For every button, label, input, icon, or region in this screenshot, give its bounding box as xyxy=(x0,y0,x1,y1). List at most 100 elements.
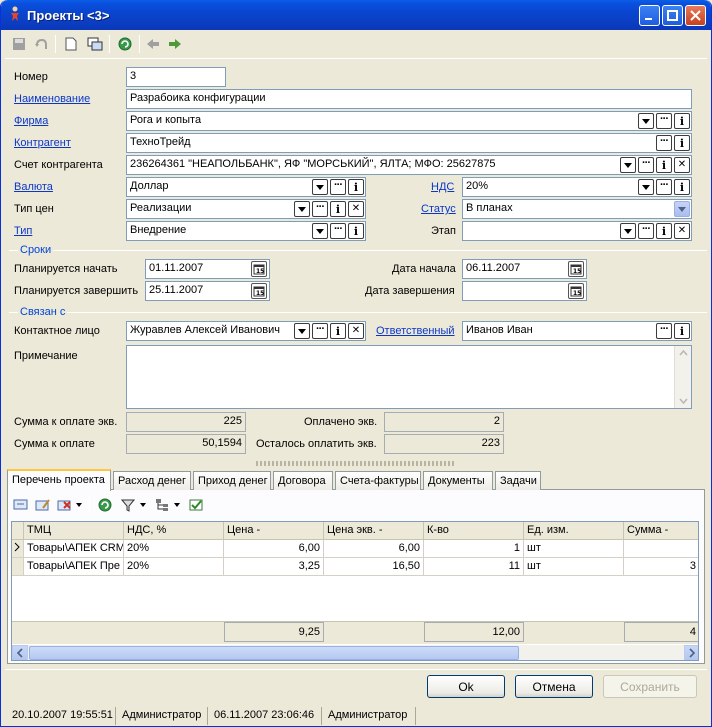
row-indicator[interactable] xyxy=(12,558,24,576)
grid-select-button[interactable] xyxy=(187,495,207,515)
scroll-left-button[interactable] xyxy=(12,645,28,660)
project-items-table[interactable]: ТМЦ НДС, % Цена - Цена экв. - К-во Ед. и… xyxy=(11,521,699,661)
refresh-tool-button[interactable] xyxy=(115,34,135,54)
responsible-info-button[interactable] xyxy=(674,323,690,339)
firm-info-button[interactable] xyxy=(674,113,690,129)
ok-button[interactable]: Ok xyxy=(427,675,505,698)
cancel-button[interactable]: Отмена xyxy=(515,675,593,698)
price-type-info-button[interactable] xyxy=(330,201,346,217)
currency-info-button[interactable] xyxy=(348,179,364,195)
title-bar[interactable]: Проекты <3> xyxy=(1,0,711,30)
vat-select-button[interactable] xyxy=(656,179,672,195)
grid-add-button[interactable] xyxy=(11,495,31,515)
tab-money-expense[interactable]: Расход денег xyxy=(113,471,191,490)
grid-hierarchy-button[interactable] xyxy=(153,495,173,515)
type-select-button[interactable] xyxy=(330,223,346,239)
firm-dropdown-button[interactable] xyxy=(638,113,654,129)
contact-clear-button[interactable] xyxy=(348,323,364,339)
maximize-button[interactable] xyxy=(662,5,683,26)
stage-dropdown-button[interactable] xyxy=(620,223,636,239)
contact-info-button[interactable] xyxy=(330,323,346,339)
column-header-price-eq[interactable]: Цена экв. - xyxy=(324,522,424,540)
scroll-thumb[interactable] xyxy=(29,646,519,660)
currency-select-button[interactable] xyxy=(330,179,346,195)
end-calendar-button[interactable]: 15 xyxy=(568,283,584,299)
account-select-button[interactable] xyxy=(638,157,654,173)
save-button[interactable]: Сохранить xyxy=(603,675,697,698)
currency-dropdown-button[interactable] xyxy=(312,179,328,195)
table-cell[interactable]: 20% xyxy=(124,558,224,576)
table-cell[interactable]: 3 xyxy=(624,558,698,576)
table-cell[interactable]: 3,25 xyxy=(224,558,324,576)
tab-contracts[interactable]: Договора xyxy=(273,471,333,490)
table-cell[interactable]: шт xyxy=(524,558,624,576)
account-field[interactable]: 236264361 "НЕАПОЛЬБАНК", ЯФ "МОРСЬКИЙ", … xyxy=(126,155,692,175)
close-button[interactable] xyxy=(685,5,706,26)
table-cell[interactable]: 6,00 xyxy=(324,540,424,558)
table-cell[interactable]: 6,00 xyxy=(224,540,324,558)
tab-documents[interactable]: Документы xyxy=(423,471,493,490)
contractor-select-button[interactable] xyxy=(656,135,672,151)
account-info-button[interactable] xyxy=(656,157,672,173)
table-cell[interactable]: 20% xyxy=(124,540,224,558)
table-cell[interactable]: 16,50 xyxy=(324,558,424,576)
save-tool-button[interactable] xyxy=(9,34,29,54)
tab-invoices[interactable]: Счета-фактуры xyxy=(335,471,421,490)
number-field[interactable]: 3 xyxy=(126,67,226,87)
new-tool-button[interactable] xyxy=(61,34,81,54)
note-scrollbar[interactable] xyxy=(674,346,691,408)
table-cell[interactable]: Товары\АПЕК CRM xyxy=(24,540,124,558)
note-textarea[interactable] xyxy=(126,345,692,409)
contractor-label-link[interactable]: Контрагент xyxy=(14,137,71,149)
table-cell[interactable]: Товары\АПЕК Пре xyxy=(24,558,124,576)
undo-tool-button[interactable] xyxy=(31,34,51,54)
tab-project-list[interactable]: Перечень проекта xyxy=(7,469,111,491)
column-header-qty[interactable]: К-во xyxy=(424,522,524,540)
type-dropdown-button[interactable] xyxy=(312,223,328,239)
vat-info-button[interactable] xyxy=(674,179,690,195)
column-header-price[interactable]: Цена - xyxy=(224,522,324,540)
status-dropdown-button[interactable] xyxy=(674,201,690,217)
type-info-button[interactable] xyxy=(348,223,364,239)
stage-info-button[interactable] xyxy=(656,223,672,239)
grid-delete-button[interactable] xyxy=(55,495,75,515)
name-field[interactable]: Разрабоика конфигурации xyxy=(126,89,692,109)
copy-tool-button[interactable] xyxy=(85,34,105,54)
stage-select-button[interactable] xyxy=(638,223,654,239)
contractor-info-button[interactable] xyxy=(674,135,690,151)
grid-filter-menu-button[interactable] xyxy=(137,495,149,515)
firm-label-link[interactable]: Фирма xyxy=(14,115,48,127)
contact-select-button[interactable] xyxy=(312,323,328,339)
plan-start-calendar-button[interactable]: 15 xyxy=(251,261,267,277)
tab-money-income[interactable]: Приход денег xyxy=(193,471,271,490)
currency-label-link[interactable]: Валюта xyxy=(14,181,53,193)
scroll-right-button[interactable] xyxy=(684,645,698,660)
grid-delete-menu-button[interactable] xyxy=(73,495,85,515)
firm-field[interactable]: Рога и копыта xyxy=(126,111,692,131)
grid-filter-button[interactable] xyxy=(119,495,139,515)
account-clear-button[interactable] xyxy=(674,157,690,173)
table-cell[interactable]: шт xyxy=(524,540,624,558)
account-dropdown-button[interactable] xyxy=(620,157,636,173)
responsible-label-link[interactable]: Ответственный xyxy=(376,325,455,337)
column-header-vat[interactable]: НДС, % xyxy=(124,522,224,540)
status-field[interactable]: В планах xyxy=(462,199,692,219)
grid-edit-button[interactable] xyxy=(33,495,53,515)
row-indicator[interactable] xyxy=(12,540,24,558)
column-header-unit[interactable]: Ед. изм. xyxy=(524,522,624,540)
table-horizontal-scrollbar[interactable] xyxy=(12,645,698,660)
contact-dropdown-button[interactable] xyxy=(294,323,310,339)
plan-end-calendar-button[interactable]: 15 xyxy=(251,283,267,299)
firm-select-button[interactable] xyxy=(656,113,672,129)
status-label-link[interactable]: Статус xyxy=(421,203,456,215)
tab-tasks[interactable]: Задачи xyxy=(495,471,541,490)
type-label-link[interactable]: Тип xyxy=(14,225,32,237)
forward-tool-button[interactable] xyxy=(165,34,185,54)
back-tool-button[interactable] xyxy=(143,34,163,54)
splitter-handle[interactable] xyxy=(256,461,456,466)
table-cell[interactable]: 11 xyxy=(424,558,524,576)
start-calendar-button[interactable]: 15 xyxy=(568,261,584,277)
column-header-item[interactable]: ТМЦ xyxy=(24,522,124,540)
vat-label-link[interactable]: НДС xyxy=(431,181,454,193)
table-cell[interactable]: 1 xyxy=(424,540,524,558)
